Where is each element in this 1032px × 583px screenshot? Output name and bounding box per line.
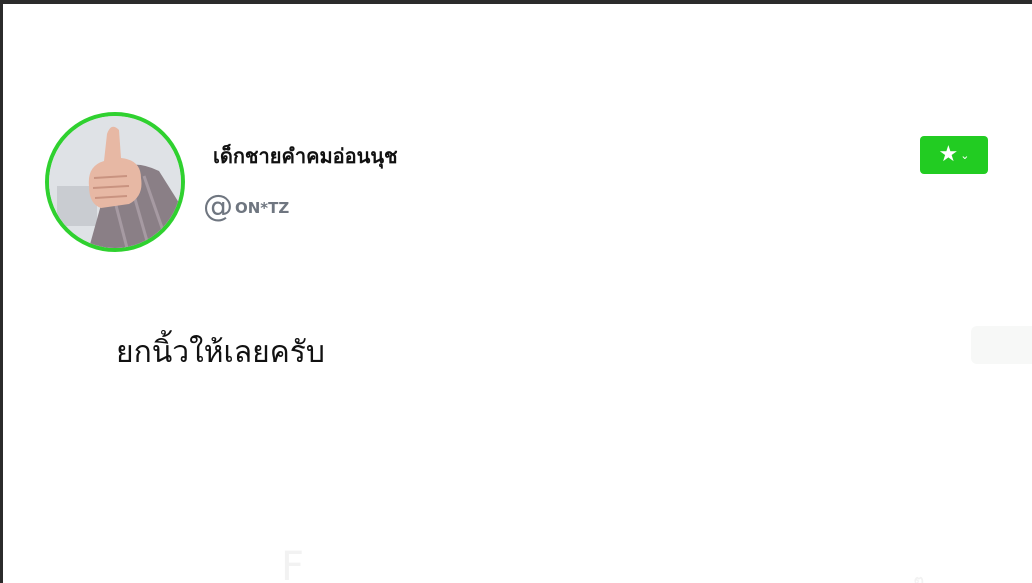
- handle-text: ON*TZ: [235, 199, 290, 217]
- star-dropdown-button[interactable]: ★ ⌄: [920, 136, 988, 174]
- post-text: ยกนิ้วให้เลยครับ: [116, 335, 325, 370]
- avatar[interactable]: [45, 112, 185, 252]
- user-handle[interactable]: @ ON*TZ: [203, 190, 289, 224]
- at-symbol: @: [203, 189, 233, 224]
- faded-background-glyph: F: [281, 544, 305, 583]
- faded-background-glyph: ๆ: [913, 570, 925, 583]
- star-icon: ★: [938, 142, 959, 167]
- chevron-down-icon: ⌄: [960, 149, 970, 162]
- display-name[interactable]: เด็กชายคำคมอ่อนนุช: [213, 140, 398, 172]
- post-card: เด็กชายคำคมอ่อนนุช @ ON*TZ ★ ⌄ ยกนิ้วให้…: [0, 0, 1032, 583]
- avatar-image: [49, 116, 181, 248]
- faded-background-element: [971, 326, 1032, 364]
